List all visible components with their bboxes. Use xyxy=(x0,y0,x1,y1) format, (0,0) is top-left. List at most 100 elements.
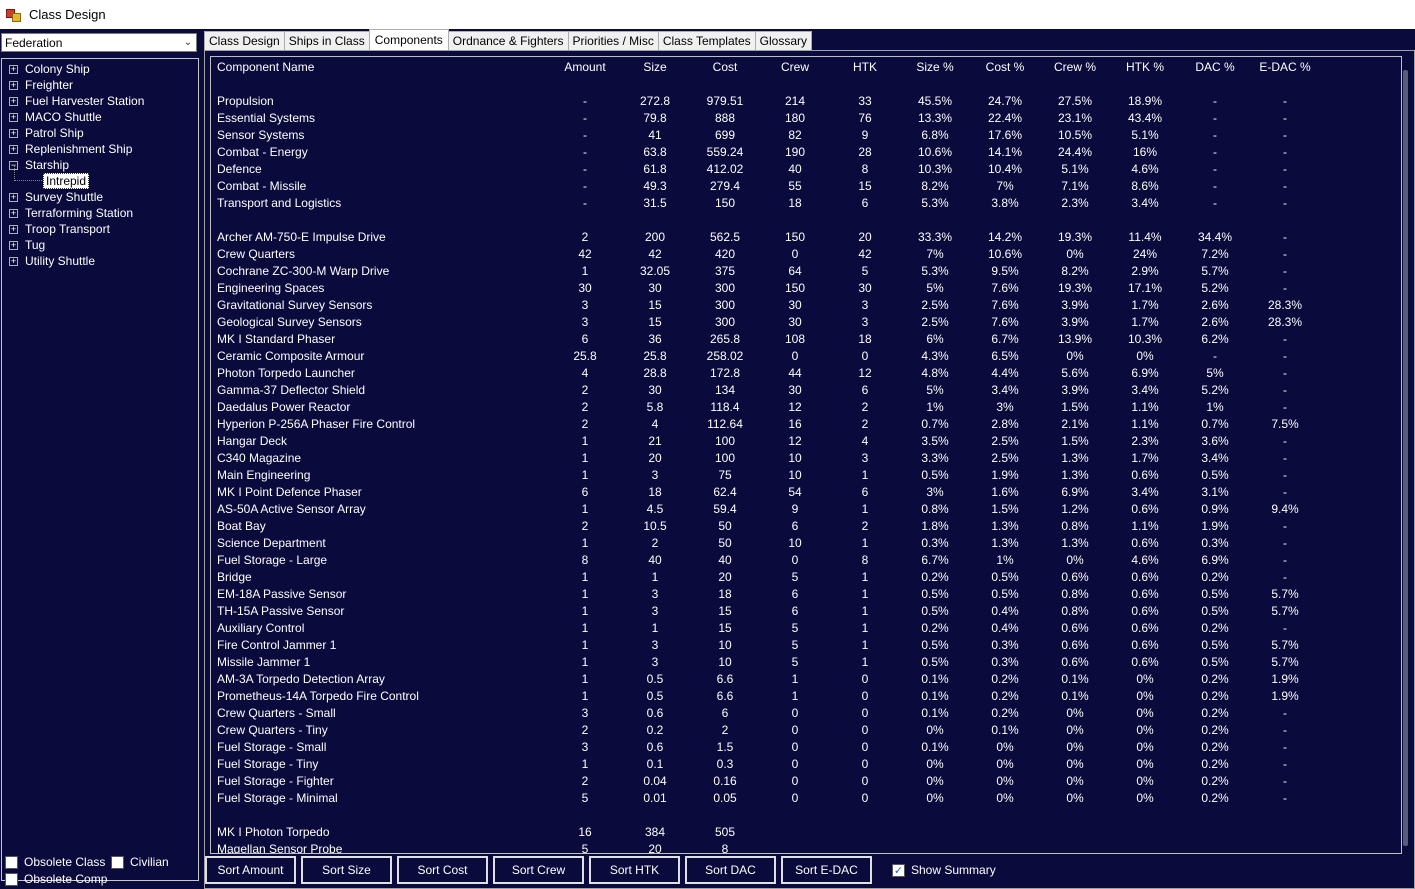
summary-row[interactable]: Defence - 61.8 412.02 40 8 10.3% 10.4% 5.1% 4.6% -… xyxy=(211,161,1401,178)
component-row[interactable]: EM-18A Passive Sensor 1 3 18 6 1 0.5% 0.5% 0.8% 0… xyxy=(211,586,1401,603)
ordnance-row[interactable]: Magellan Sensor Probe 5 20 8 xyxy=(211,841,1401,853)
tree-item[interactable]: + Fuel Harvester Station xyxy=(2,93,198,109)
component-row[interactable]: MK I Point Defence Phaser 6 18 62.4 54 6 3% 1.6… xyxy=(211,484,1401,501)
column-header[interactable]: Cost xyxy=(690,60,760,74)
vertical-scrollbar[interactable] xyxy=(1402,56,1410,854)
tree-item[interactable]: + Replenishment Ship xyxy=(2,141,198,157)
summary-row[interactable]: Transport and Logistics - 31.5 150 18 6 5.3% 3.… xyxy=(211,195,1401,212)
column-header[interactable]: Size % xyxy=(900,60,970,74)
tree-item[interactable]: + Utility Shuttle xyxy=(2,253,198,269)
component-row[interactable]: Fuel Storage - Fighter 2 0.04 0.16 0 0 0% 0% 0% 0… xyxy=(211,773,1401,790)
expand-icon[interactable]: + xyxy=(9,144,18,154)
component-row[interactable]: Archer AM-750-E Impulse Drive 2 200 562.5 15… xyxy=(211,229,1401,246)
class-tree[interactable]: + Colony Ship + Freighter + Fuel Harvester St… xyxy=(1,58,199,881)
component-row[interactable]: Crew Quarters 42 42 420 0 42 7% 10.6% 0% 24% 7.2% - xyxy=(211,246,1401,263)
component-row[interactable]: Crew Quarters - Small 3 0.6 6 0 0 0.1% 0.2% 0% 0%… xyxy=(211,705,1401,722)
ordnance-row[interactable]: MK I Photon Torpedo 16 384 505 xyxy=(211,824,1401,841)
component-row[interactable]: Engineering Spaces 30 30 300 150 30 5% 7.6% 19.3… xyxy=(211,280,1401,297)
component-row[interactable]: AM-3A Torpedo Detection Array 1 0.5 6.6 1 0 0.… xyxy=(211,671,1401,688)
tab-components[interactable]: Components xyxy=(368,29,449,50)
component-row[interactable]: Boat Bay 2 10.5 50 6 2 1.8% 1.3% 0.8% 1.1% 1.9% - xyxy=(211,518,1401,535)
expand-icon[interactable]: + xyxy=(9,192,18,202)
component-row[interactable]: Cochrane ZC-300-M Warp Drive 1 32.05 375 64 5… xyxy=(211,263,1401,280)
tab-priorities-misc[interactable]: Priorities / Misc xyxy=(567,31,659,50)
component-row[interactable]: Geological Survey Sensors 3 15 300 30 3 2.5% 7.… xyxy=(211,314,1401,331)
obsolete-comp-checkbox[interactable] xyxy=(5,872,18,886)
component-row[interactable]: Hangar Deck 1 21 100 12 4 3.5% 2.5% 1.5% 2.3% 3.6%… xyxy=(211,433,1401,450)
component-row[interactable]: C340 Magazine 1 20 100 10 3 3.3% 2.5% 1.3% 1.7% 3.… xyxy=(211,450,1401,467)
scrollbar-thumb[interactable] xyxy=(1403,70,1408,846)
sort-e-dac-button[interactable]: Sort E-DAC xyxy=(781,856,872,884)
column-header[interactable]: HTK xyxy=(830,60,900,74)
summary-row[interactable]: Essential Systems - 79.8 888 180 76 13.3% 22.4%… xyxy=(211,110,1401,127)
show-summary-checkbox[interactable]: ✓ xyxy=(892,863,905,877)
expand-icon[interactable]: + xyxy=(9,80,18,90)
components-grid[interactable]: Component Name Amount Size Cost Crew HTK Size … xyxy=(210,56,1402,854)
component-row[interactable]: Bridge 1 1 20 5 1 0.2% 0.5% 0.6% 0.6% 0.2% - xyxy=(211,569,1401,586)
component-row[interactable]: Prometheus-14A Torpedo Fire Control 1 0.5 6… xyxy=(211,688,1401,705)
expand-icon[interactable]: + xyxy=(9,112,18,122)
column-header[interactable]: DAC % xyxy=(1180,60,1250,74)
sort-htk-button[interactable]: Sort HTK xyxy=(589,856,680,884)
column-header[interactable]: Amount xyxy=(550,60,620,74)
tree-item[interactable]: + Terraforming Station xyxy=(2,205,198,221)
component-row[interactable]: Main Engineering 1 3 75 10 1 0.5% 1.9% 1.3% 0.6% 0… xyxy=(211,467,1401,484)
summary-row[interactable]: Sensor Systems - 41 699 82 9 6.8% 17.6% 10.5% 5.1… xyxy=(211,127,1401,144)
sort-cost-button[interactable]: Sort Cost xyxy=(397,856,488,884)
column-header[interactable]: Crew xyxy=(760,60,830,74)
component-row[interactable]: Crew Quarters - Tiny 2 0.2 2 0 0 0% 0.1% 0% 0% 0.2… xyxy=(211,722,1401,739)
obsolete-class-checkbox[interactable] xyxy=(5,855,18,869)
component-row[interactable]: Fuel Storage - Large 8 40 40 0 8 6.7% 1% 0% 4.6% 6… xyxy=(211,552,1401,569)
component-row[interactable]: Gamma-37 Deflector Shield 2 30 134 30 6 5% 3.4%… xyxy=(211,382,1401,399)
expand-icon[interactable]: + xyxy=(9,96,18,106)
sort-dac-button[interactable]: Sort DAC xyxy=(685,856,776,884)
tab-class-templates[interactable]: Class Templates xyxy=(657,31,756,50)
summary-row[interactable]: Propulsion - 272.8 979.51 214 33 45.5% 24.7% 27.… xyxy=(211,93,1401,110)
tree-item[interactable]: + Patrol Ship xyxy=(2,125,198,141)
expand-icon[interactable]: + xyxy=(9,240,18,250)
component-row[interactable]: Fuel Storage - Tiny 1 0.1 0.3 0 0 0% 0% 0% 0% 0.2%… xyxy=(211,756,1401,773)
column-header[interactable]: HTK % xyxy=(1110,60,1180,74)
tab-ordnance-fighters[interactable]: Ordnance & Fighters xyxy=(447,31,569,50)
tab-glossary[interactable]: Glossary xyxy=(754,31,813,50)
component-row[interactable]: MK I Standard Phaser 6 36 265.8 108 18 6% 6.7% 1… xyxy=(211,331,1401,348)
component-row[interactable]: Science Department 1 2 50 10 1 0.3% 1.3% 1.3% 0.6… xyxy=(211,535,1401,552)
tree-item[interactable]: + MACO Shuttle xyxy=(2,109,198,125)
tree-item[interactable]: + Colony Ship xyxy=(2,61,198,77)
component-row[interactable]: Hyperion P-256A Phaser Fire Control 2 4 112… xyxy=(211,416,1401,433)
column-header[interactable]: Crew % xyxy=(1040,60,1110,74)
civilian-checkbox-row[interactable]: Civilian xyxy=(111,855,169,869)
column-header[interactable]: Cost % xyxy=(970,60,1040,74)
component-row[interactable]: Daedalus Power Reactor 2 5.8 118.4 12 2 1% 3% 1.… xyxy=(211,399,1401,416)
tab-class-design[interactable]: Class Design xyxy=(204,31,285,50)
obsolete-comp-checkbox-row[interactable]: Obsolete Comp xyxy=(5,872,107,886)
chevron-down-icon[interactable]: ⌄ xyxy=(180,37,196,48)
component-row[interactable]: TH-15A Passive Sensor 1 3 15 6 1 0.5% 0.4% 0.8% 0… xyxy=(211,603,1401,620)
expand-icon[interactable]: + xyxy=(9,256,18,266)
component-row[interactable]: Missile Jammer 1 1 3 10 5 1 0.5% 0.3% 0.6% 0.6% 0.… xyxy=(211,654,1401,671)
column-header[interactable]: Component Name xyxy=(217,60,314,74)
component-row[interactable]: Fuel Storage - Minimal 5 0.01 0.05 0 0 0% 0% 0% 0… xyxy=(211,790,1401,807)
tree-item[interactable]: + Tug xyxy=(2,237,198,253)
component-row[interactable]: Gravitational Survey Sensors 3 15 300 30 3 2.5… xyxy=(211,297,1401,314)
expand-icon[interactable]: + xyxy=(9,64,18,74)
tree-child-item[interactable]: Intrepid xyxy=(2,165,198,189)
tree-item[interactable]: + Survey Shuttle xyxy=(2,189,198,205)
tab-ships-in-class[interactable]: Ships in Class xyxy=(283,31,370,50)
show-summary-row[interactable]: ✓ Show Summary xyxy=(892,863,996,877)
tree-item[interactable]: + Freighter xyxy=(2,77,198,93)
summary-row[interactable]: Combat - Energy - 63.8 559.24 190 28 10.6% 14.1… xyxy=(211,144,1401,161)
expand-icon[interactable]: + xyxy=(9,208,18,218)
component-row[interactable]: Auxiliary Control 1 1 15 5 1 0.2% 0.4% 0.6% 0.6% 0… xyxy=(211,620,1401,637)
race-select[interactable]: Federation ⌄ xyxy=(1,33,197,52)
expand-icon[interactable]: + xyxy=(9,128,18,138)
column-header[interactable]: Size xyxy=(620,60,690,74)
component-row[interactable]: Photon Torpedo Launcher 4 28.8 172.8 44 12 4.8… xyxy=(211,365,1401,382)
component-row[interactable]: Fuel Storage - Small 3 0.6 1.5 0 0 0.1% 0% 0% 0% 0… xyxy=(211,739,1401,756)
obsolete-class-checkbox-row[interactable]: Obsolete Class xyxy=(5,855,105,869)
component-row[interactable]: Fire Control Jammer 1 1 3 10 5 1 0.5% 0.3% 0.6% 0… xyxy=(211,637,1401,654)
civilian-checkbox[interactable] xyxy=(111,855,124,869)
column-header[interactable]: E-DAC % xyxy=(1250,60,1320,74)
sort-crew-button[interactable]: Sort Crew xyxy=(493,856,584,884)
expand-icon[interactable]: + xyxy=(9,224,18,234)
